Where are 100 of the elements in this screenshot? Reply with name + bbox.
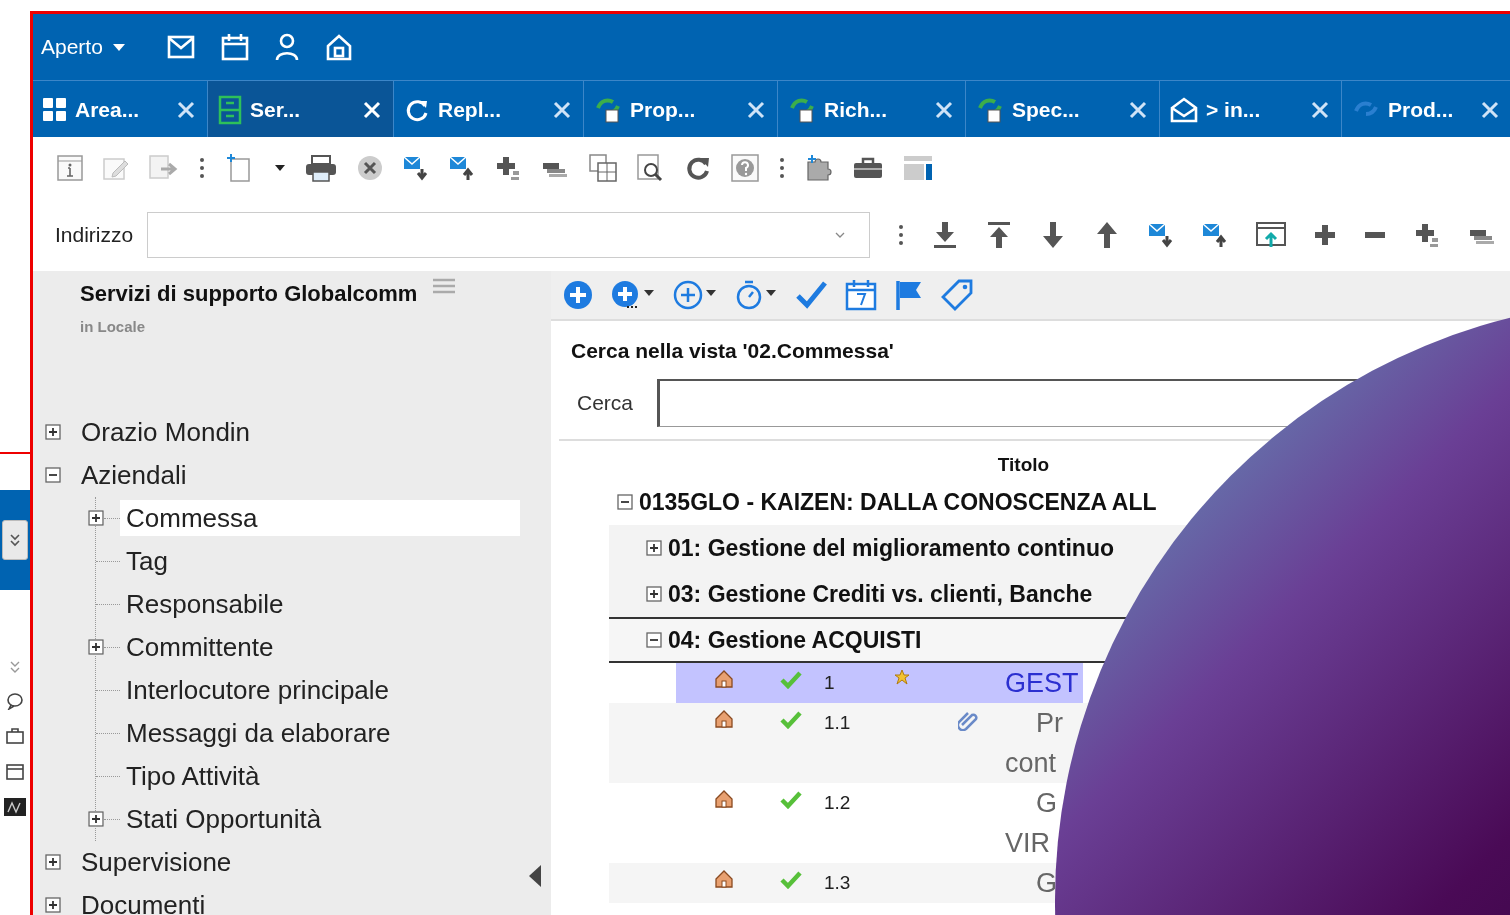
more-icon[interactable] [779,157,785,179]
plus-icon[interactable] [1314,224,1336,246]
arrows-box-icon [594,95,622,124]
tree-item[interactable]: Commessa [120,500,520,536]
house-icon [714,869,734,889]
more-icon[interactable] [898,224,904,246]
panel-title: Servizi di supporto Globalcomm [80,280,418,308]
star-icon [894,669,910,685]
task-row[interactable]: 1 GEST [676,663,1083,703]
expand-button[interactable] [2,520,28,560]
row-number: 1 [824,671,836,695]
calendar-icon[interactable] [220,33,249,61]
cancel-icon[interactable] [357,155,383,181]
grid-icon [43,97,67,122]
expand-icon[interactable] [88,639,104,655]
tree-item[interactable]: Messaggi da elaborare [120,715,397,751]
collapse-panel-icon[interactable] [529,865,541,887]
close-icon[interactable] [935,100,953,119]
field-label: Cerca [577,389,634,416]
tab[interactable]: Ser... [208,81,394,137]
close-icon[interactable] [1311,100,1329,119]
download-icon[interactable] [932,221,958,249]
check-icon[interactable] [795,280,827,310]
add-more-icon[interactable] [611,280,655,310]
panel-layout-icon[interactable] [903,155,933,181]
close-icon[interactable] [1481,100,1499,119]
speech-bubble-icon[interactable] [6,692,24,710]
chevron-down-icon [9,533,21,547]
add-icon[interactable] [563,280,593,310]
expand-icon[interactable] [45,424,61,440]
table-icon[interactable] [589,154,617,182]
task-title: Pr cont [1005,707,1063,780]
task-title: GEST [1005,667,1079,700]
collapse-icon[interactable] [646,632,662,648]
calendar-icon[interactable] [845,279,877,311]
printer-icon[interactable] [305,154,337,182]
task-title: G VIR [1005,787,1057,860]
chevron-down-icon[interactable] [9,660,21,674]
upload-to-top-icon[interactable] [986,221,1012,249]
address-field[interactable] [147,212,870,258]
window-upload-icon[interactable] [1256,221,1286,249]
plus-stack-icon[interactable] [495,155,521,181]
refresh-icon[interactable] [685,155,711,181]
add-outline-icon[interactable] [673,280,717,310]
flag-icon[interactable] [895,280,923,310]
arrows-box-icon [788,95,816,124]
house-icon [714,789,734,809]
search-document-icon[interactable] [637,154,665,182]
close-icon[interactable] [553,100,571,119]
plus-stack-icon[interactable] [1414,222,1440,248]
mail-icon[interactable] [166,35,195,59]
column-header[interactable]: Titolo [997,453,1050,475]
tree-item[interactable]: Tag [120,543,174,579]
tree-item[interactable]: Supervisione [75,844,238,880]
collapse-icon[interactable] [45,467,61,483]
more-icon[interactable] [199,157,205,179]
tree-item[interactable]: Committente [120,629,280,665]
tree-item[interactable]: Aziendali [75,457,193,493]
tree-item[interactable]: Responsabile [120,586,290,622]
timer-icon[interactable] [735,280,777,310]
info-icon[interactable] [57,155,83,181]
house-icon [714,669,734,689]
panel-subtitle: in Locale [79,317,147,337]
tag-icon[interactable] [941,279,973,311]
person-icon[interactable] [274,33,299,61]
tree-item[interactable]: Interlocutore principale [120,672,396,708]
calendar-icon[interactable] [6,762,24,780]
mail-up-icon[interactable] [449,155,475,181]
mail-up-icon[interactable] [1202,222,1228,248]
expand-icon[interactable] [88,811,104,827]
group-title[interactable]: 0135GLO - KAIZEN: DALLA CONOSCENZA ALL [639,484,1157,520]
tree-item[interactable]: Orazio Mondin [75,414,257,450]
tree-item[interactable]: Stati Opportunità [120,801,328,837]
check-icon [780,789,802,809]
tree-item[interactable]: Tipo Attività [120,758,266,794]
caret-down-icon[interactable] [275,165,285,171]
close-icon[interactable] [177,100,195,119]
home-icon[interactable] [324,33,353,61]
puzzle-icon[interactable] [805,154,833,182]
expand-icon[interactable] [646,540,662,556]
collapse-icon[interactable] [617,494,633,510]
arrow-down-icon[interactable] [1040,221,1066,249]
expand-icon[interactable] [45,854,61,870]
arrow-up-icon[interactable] [1094,221,1120,249]
chevron-down-icon [835,232,845,238]
row-number: 1.2 [824,791,852,815]
close-icon[interactable] [747,100,765,119]
mail-down-icon[interactable] [403,155,429,181]
expand-icon[interactable] [88,510,104,526]
open-envelope-icon [1170,96,1198,123]
expand-icon[interactable] [45,897,61,913]
help-icon[interactable] [731,154,759,182]
briefcase-icon[interactable] [6,728,24,744]
search-title: Cerca nella vista '02.Commessa' [570,338,895,364]
close-icon[interactable] [1129,100,1147,119]
mail-down-icon[interactable] [1148,222,1174,248]
expand-icon[interactable] [646,586,662,602]
tree-item[interactable]: Documenti [75,887,212,915]
briefcase-icon[interactable] [853,157,883,179]
status-dropdown[interactable]: Aperto [41,31,125,63]
